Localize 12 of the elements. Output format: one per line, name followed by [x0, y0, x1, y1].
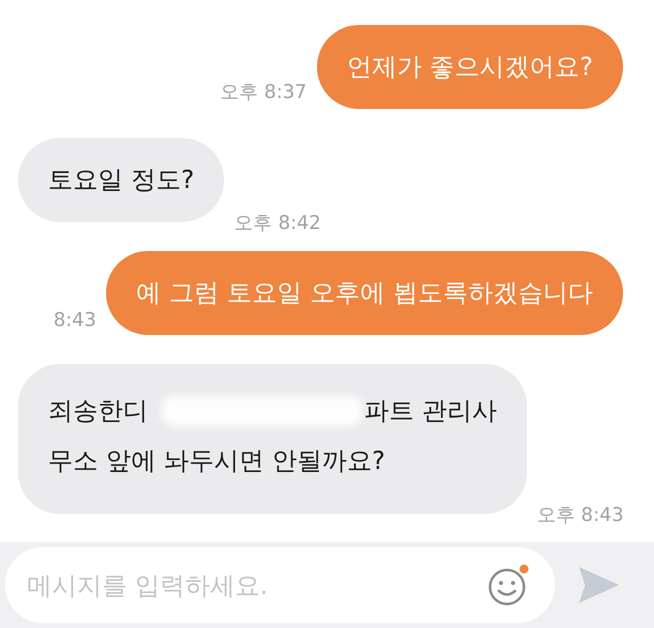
- message-text: 무소 앞에 놔두시면 안될까요?: [48, 445, 386, 477]
- message-input[interactable]: 메시지를 입력하세요.: [5, 547, 555, 623]
- message-time: 오후 8:37: [220, 80, 307, 105]
- emoji-icon[interactable]: [487, 563, 531, 607]
- message-text: 예 그럼 토요일 오후에 뵙도록하겠습니다: [136, 277, 593, 309]
- message-text: 파트 관리사: [364, 395, 497, 427]
- message-text: 토요일 정도?: [48, 164, 194, 196]
- message-text: 언제가 좋으시겠어요?: [346, 51, 593, 83]
- message-time: 8:43: [54, 309, 96, 331]
- message-time: 오후 8:43: [536, 503, 624, 528]
- message-time: 오후 8:42: [234, 211, 321, 236]
- message-text: 죄송한디: [48, 395, 148, 427]
